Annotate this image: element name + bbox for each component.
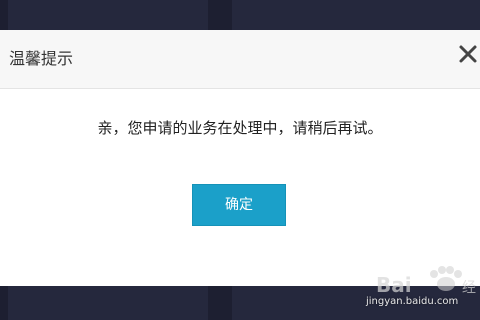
dialog-message: 亲，您申请的业务在处理中，请稍后再试。 <box>97 119 383 137</box>
watermark-url: jingyan.baidu.com <box>366 296 459 307</box>
close-button[interactable] <box>456 42 480 66</box>
background-panel <box>8 286 208 320</box>
dialog-title: 温馨提示 <box>9 49 74 68</box>
confirm-button[interactable]: 确定 <box>192 184 286 226</box>
close-icon <box>459 45 477 63</box>
dialog-header: 温馨提示 <box>0 30 480 89</box>
background-panel <box>232 0 480 30</box>
background-panel <box>8 0 208 30</box>
alert-dialog: 温馨提示 亲，您申请的业务在处理中，请稍后再试。 确定 <box>0 30 480 286</box>
